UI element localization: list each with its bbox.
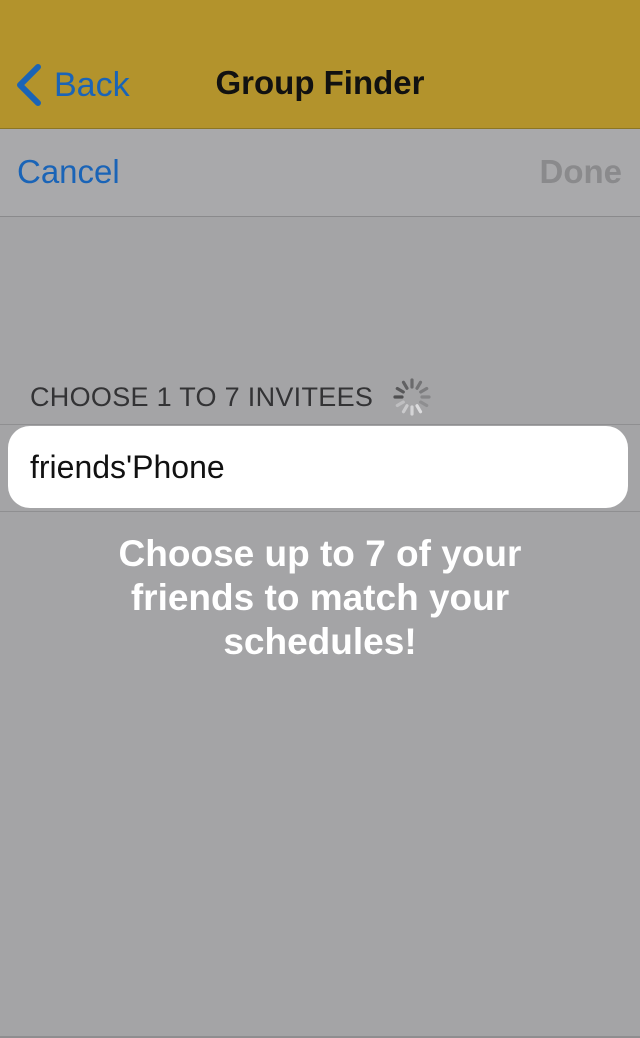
invitees-section-header: CHOOSE 1 TO 7 INVITEES	[30, 376, 433, 418]
invitee-input-value: friends'Phone	[30, 448, 225, 485]
group-finder-screen: Back Group Finder Cancel Done CHOOSE 1 T…	[0, 0, 640, 1038]
hint-message: Choose up to 7 of your friends to match …	[118, 533, 522, 662]
section-divider	[0, 424, 640, 425]
done-button[interactable]: Done	[540, 153, 623, 191]
cancel-button[interactable]: Cancel	[17, 153, 120, 191]
navigation-bar: Back Group Finder	[0, 0, 640, 129]
invitees-section-label: CHOOSE 1 TO 7 INVITEES	[30, 381, 374, 412]
section-divider	[0, 511, 640, 512]
invitee-input-field[interactable]: friends'Phone	[8, 426, 628, 508]
spinner-icon	[393, 378, 431, 416]
action-toolbar: Cancel Done	[0, 129, 640, 217]
page-title: Group Finder	[215, 64, 425, 101]
